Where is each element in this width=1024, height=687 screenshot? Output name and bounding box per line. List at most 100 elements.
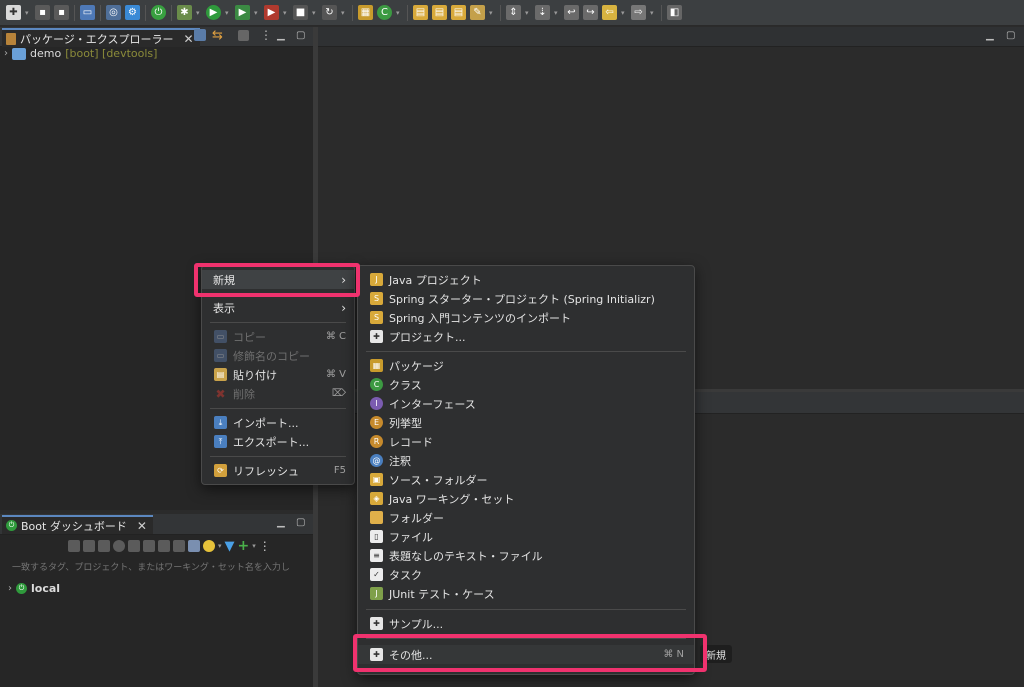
new-dropdown-icon[interactable]: ▾: [25, 9, 31, 17]
annotation-icon[interactable]: ⇕: [506, 5, 521, 20]
close-icon[interactable]: ✕: [183, 32, 193, 46]
tab-package-explorer[interactable]: パッケージ・エクスプローラー ✕: [2, 28, 200, 47]
menu-item-spring-starter-project[interactable]: S Spring スターター・プロジェクト (Spring Initializr…: [358, 289, 694, 308]
search-icon[interactable]: ✎: [470, 5, 485, 20]
edit-icon[interactable]: [158, 540, 170, 552]
menu-item-file[interactable]: ▯ ファイル: [358, 527, 694, 546]
menu-item-other[interactable]: ✚ その他... ⌘ N: [358, 645, 694, 664]
menu-item-folder[interactable]: フォルダー: [358, 508, 694, 527]
lightbulb-icon[interactable]: [203, 540, 215, 552]
menu-item-enum[interactable]: E 列挙型: [358, 413, 694, 432]
maximize-icon[interactable]: ▢: [1006, 30, 1015, 41]
stop-icon[interactable]: ■: [293, 5, 308, 20]
debug-icon[interactable]: ✱: [177, 5, 192, 20]
search-dropdown-icon[interactable]: ▾: [489, 9, 495, 17]
tree-item-project[interactable]: › demo [boot] [devtools]: [4, 47, 157, 60]
back-dropdown-icon[interactable]: ▾: [621, 9, 627, 17]
menu-item-spring-import-guides[interactable]: S Spring 入門コンテンツのインポート: [358, 308, 694, 327]
minimize-icon[interactable]: ▁: [277, 517, 285, 528]
open-resource-icon[interactable]: ▤: [432, 5, 447, 20]
pin-editor-icon[interactable]: ◧: [667, 5, 682, 20]
chevron-right-icon[interactable]: ›: [4, 48, 8, 59]
external-tools-icon[interactable]: ▶: [264, 5, 279, 20]
menu-item-show-in[interactable]: 表示 ›: [202, 298, 354, 317]
add-icon[interactable]: +: [238, 538, 250, 554]
console-icon[interactable]: [128, 540, 140, 552]
filter-icon[interactable]: ▼: [225, 539, 235, 554]
menu-item-delete[interactable]: ✖ 削除 ⌦: [202, 384, 354, 403]
stop-icon[interactable]: [98, 540, 110, 552]
close-icon[interactable]: ✕: [137, 519, 147, 533]
menu-item-export[interactable]: ⤒ エクスポート...: [202, 432, 354, 451]
run-dropdown-icon[interactable]: ▾: [225, 9, 231, 17]
menu-item-refresh[interactable]: ⟳ リフレッシュ F5: [202, 461, 354, 480]
settings-icon[interactable]: ⚙: [125, 5, 140, 20]
menu-item-new[interactable]: 新規 ›: [202, 270, 354, 289]
maximize-icon[interactable]: ▢: [296, 517, 305, 528]
last-edit-icon[interactable]: ↩: [564, 5, 579, 20]
new-icon[interactable]: ✚: [6, 5, 21, 20]
debug-start-icon[interactable]: [83, 540, 95, 552]
menu-item-untitled-text-file[interactable]: ≡ 表題なしのテキスト・ファイル: [358, 546, 694, 565]
tab-boot-dashboard[interactable]: ⏻ Boot ダッシュボード ✕: [2, 515, 153, 534]
debug-config-icon[interactable]: ◎: [106, 5, 121, 20]
menu-item-junit-test-case[interactable]: J JUnit テスト・ケース: [358, 584, 694, 603]
collapse-all-icon[interactable]: [194, 29, 206, 41]
live-data-icon[interactable]: [173, 540, 185, 552]
new-class-dropdown-icon[interactable]: ▾: [396, 9, 402, 17]
next-annotation-icon[interactable]: ⇣: [535, 5, 550, 20]
coverage-dropdown-icon[interactable]: ▾: [254, 9, 260, 17]
boot-dashboard-icon[interactable]: ⏻: [151, 5, 166, 20]
forward-icon[interactable]: ⇨: [631, 5, 646, 20]
run-coverage-icon[interactable]: ▶: [235, 5, 250, 20]
menu-item-example[interactable]: ✚ サンプル...: [358, 614, 694, 633]
menu-item-task[interactable]: ✓ タスク: [358, 565, 694, 584]
menu-item-source-folder[interactable]: ▣ ソース・フォルダー: [358, 470, 694, 489]
forward-dropdown-icon[interactable]: ▾: [650, 9, 656, 17]
link-with-editor-icon[interactable]: ⇆: [212, 28, 223, 43]
view-menu-icon[interactable]: ⋮: [260, 28, 272, 42]
new-package-icon[interactable]: ▦: [358, 5, 373, 20]
save-all-icon[interactable]: ▪: [54, 5, 69, 20]
focus-icon[interactable]: [238, 30, 249, 41]
open-type-icon[interactable]: ▤: [413, 5, 428, 20]
tree-item-local[interactable]: › ⏻ local: [8, 582, 60, 595]
menu-item-copy-qualified-name[interactable]: ▭ 修飾名のコピー: [202, 346, 354, 365]
menu-item-java-working-set[interactable]: ◈ Java ワーキング・セット: [358, 489, 694, 508]
next-annotation-dropdown-icon[interactable]: ▾: [554, 9, 560, 17]
dropdown-icon[interactable]: ▾: [252, 542, 256, 550]
menu-item-interface[interactable]: I インターフェース: [358, 394, 694, 413]
menu-item-import[interactable]: ⤓ インポート...: [202, 413, 354, 432]
menu-item-java-project[interactable]: J Java プロジェクト: [358, 270, 694, 289]
relaunch-icon[interactable]: ↻: [322, 5, 337, 20]
menu-item-copy[interactable]: ▭ コピー ⌘ C: [202, 327, 354, 346]
dropdown-icon[interactable]: ▾: [218, 542, 222, 550]
run-icon[interactable]: ▶: [206, 5, 221, 20]
stop-dropdown-icon[interactable]: ▾: [312, 9, 318, 17]
new-class-icon[interactable]: C: [377, 5, 392, 20]
menu-item-project[interactable]: ✚ プロジェクト...: [358, 327, 694, 346]
minimize-icon[interactable]: ▁: [277, 30, 285, 41]
forward-edit-icon[interactable]: ↪: [583, 5, 598, 20]
minimize-icon[interactable]: ▁: [986, 30, 994, 41]
filter-input[interactable]: [10, 560, 300, 576]
menu-item-class[interactable]: C クラス: [358, 375, 694, 394]
external-tools-dropdown-icon[interactable]: ▾: [283, 9, 289, 17]
open-task-icon[interactable]: ▤: [451, 5, 466, 20]
maximize-icon[interactable]: ▢: [296, 30, 305, 41]
menu-item-annotation[interactable]: @ 注釈: [358, 451, 694, 470]
start-icon[interactable]: [68, 540, 80, 552]
refresh-icon[interactable]: [143, 540, 155, 552]
open-browser-icon[interactable]: [113, 540, 125, 552]
menu-item-package[interactable]: ▦ パッケージ: [358, 356, 694, 375]
debug-dropdown-icon[interactable]: ▾: [196, 9, 202, 17]
relaunch-dropdown-icon[interactable]: ▾: [341, 9, 347, 17]
save-icon[interactable]: ▪: [35, 5, 50, 20]
print-icon[interactable]: ▭: [80, 5, 95, 20]
back-icon[interactable]: ⇦: [602, 5, 617, 20]
annotation-dropdown-icon[interactable]: ▾: [525, 9, 531, 17]
window-icon[interactable]: [188, 540, 200, 552]
menu-item-record[interactable]: R レコード: [358, 432, 694, 451]
view-menu-icon[interactable]: ⋮: [259, 539, 271, 553]
chevron-right-icon[interactable]: ›: [8, 583, 12, 594]
